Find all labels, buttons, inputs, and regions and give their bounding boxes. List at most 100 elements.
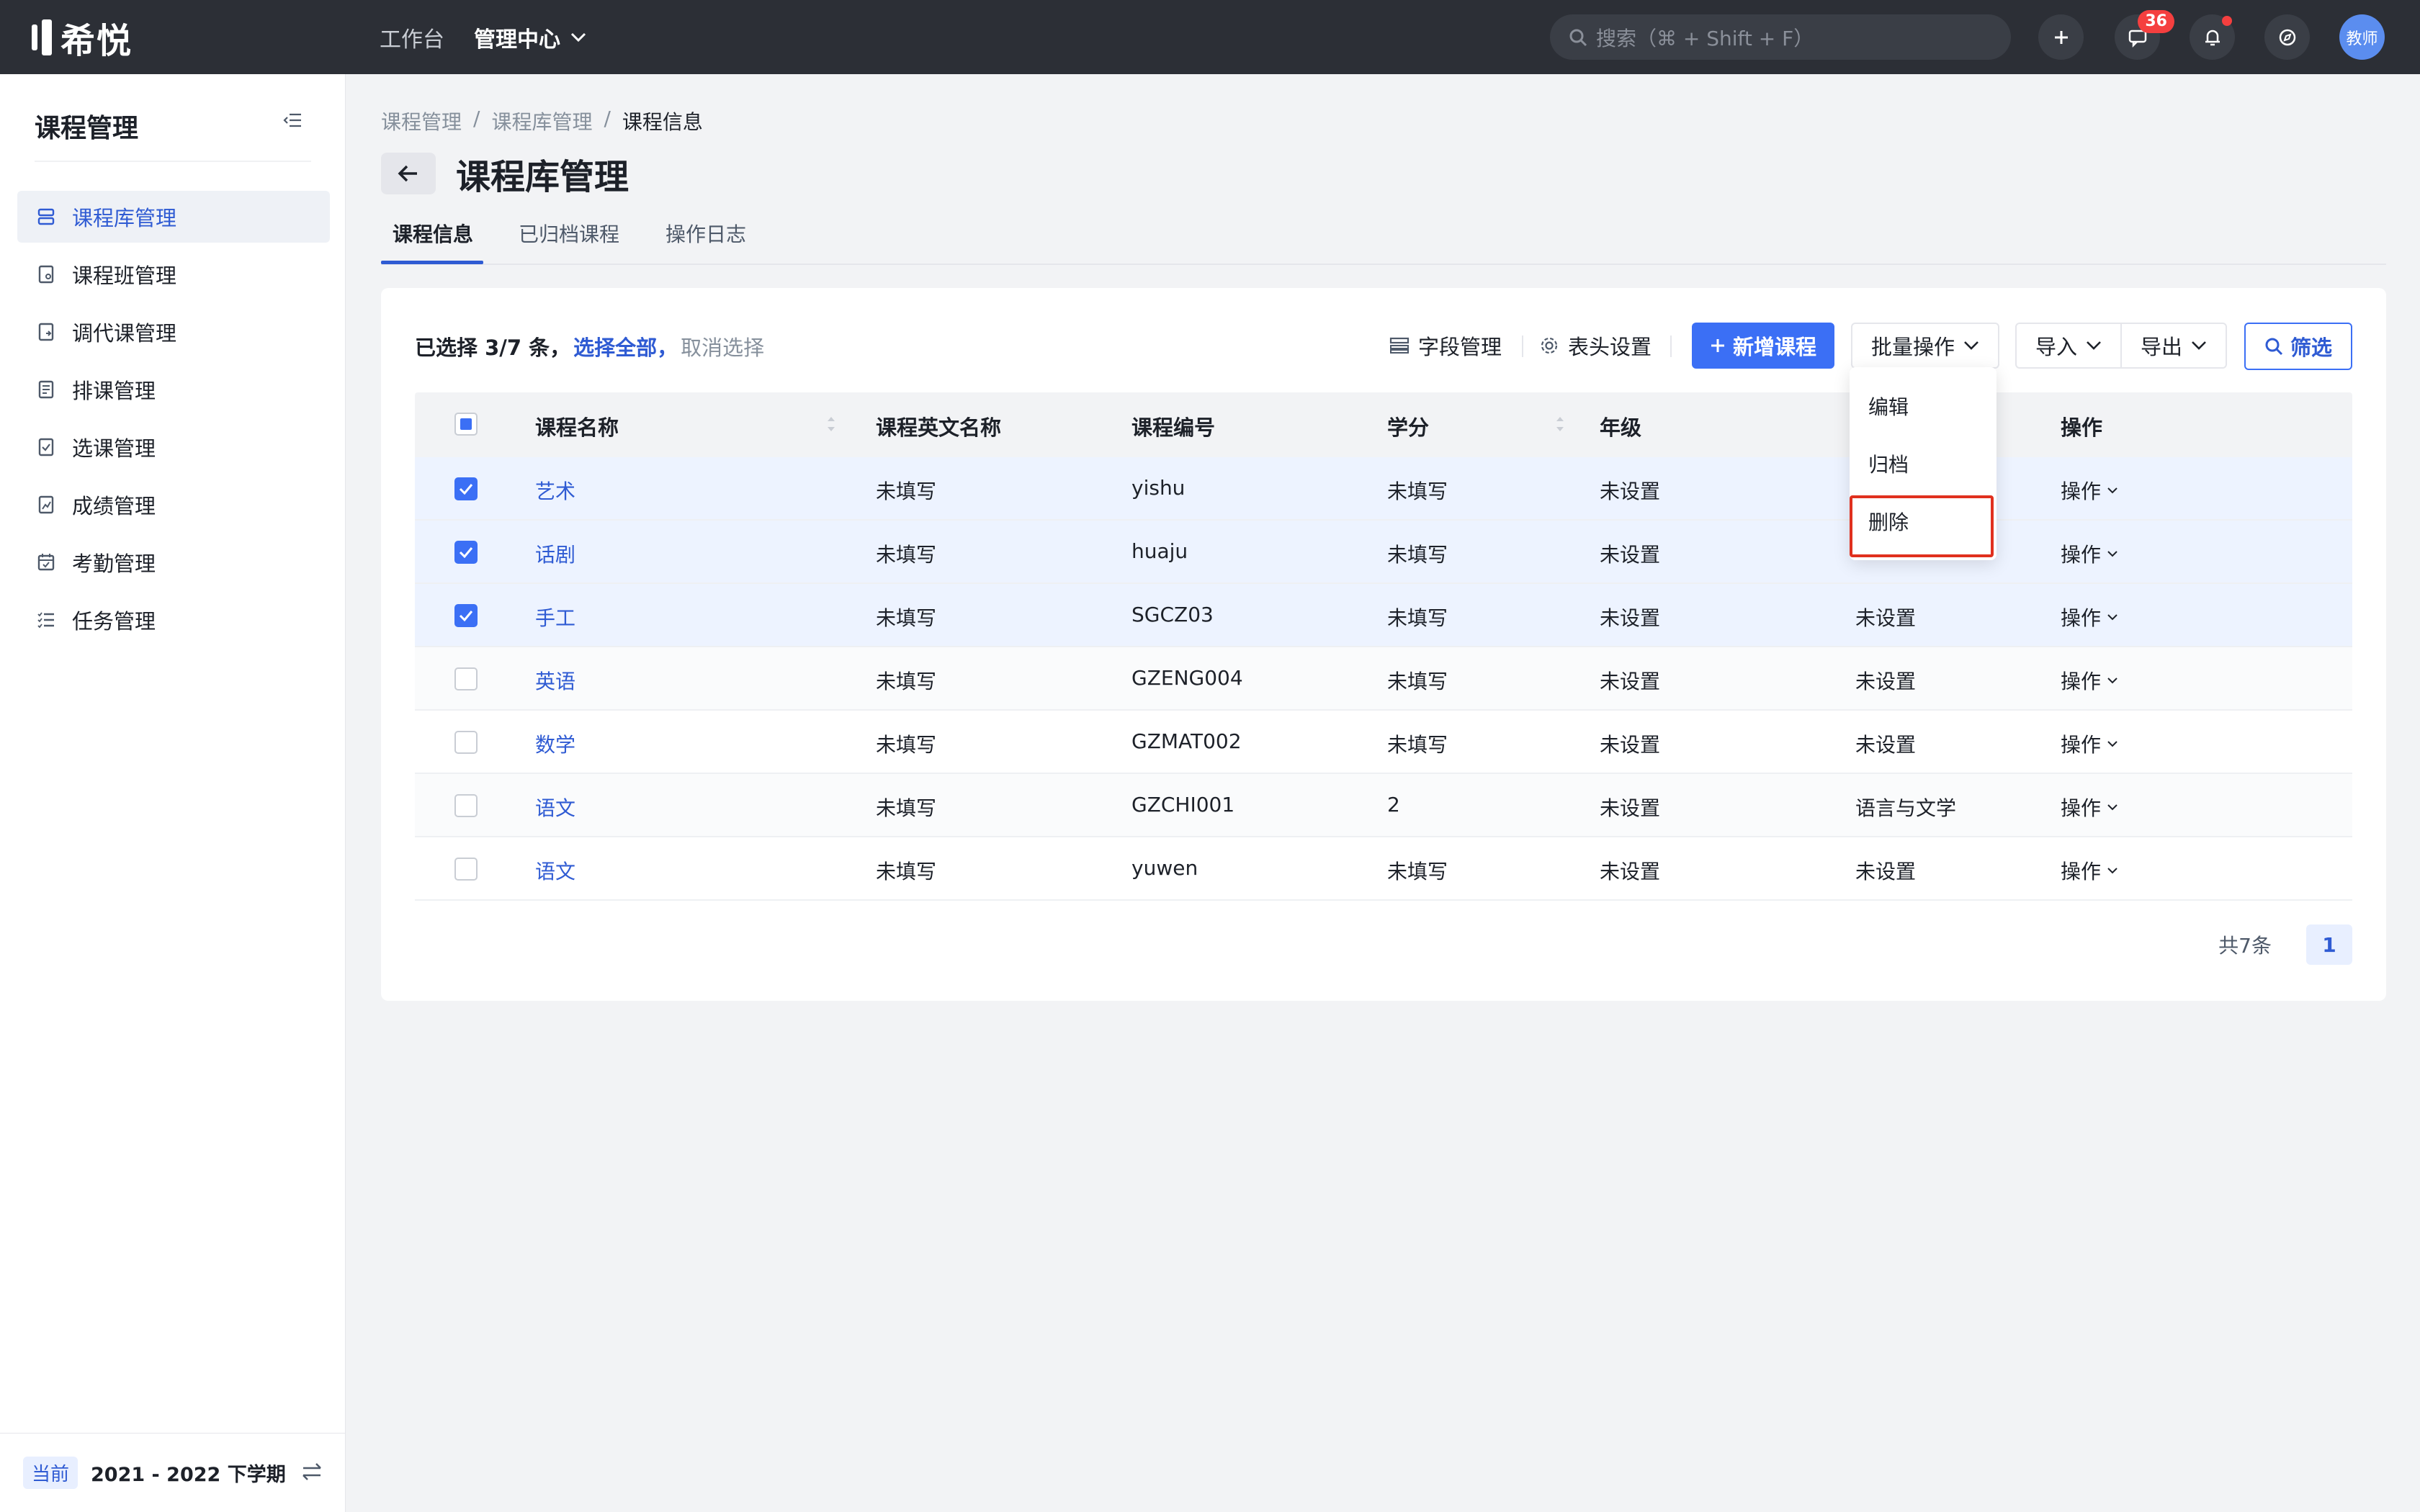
column-header-name[interactable]: 课程名称 [535,411,619,441]
sidebar-item-scheduling[interactable]: 排课管理 [17,364,330,415]
check-icon [459,484,473,495]
collapse-sidebar-button[interactable] [282,112,302,132]
column-header-credit[interactable]: 学分 [1387,411,1429,441]
row-checkbox[interactable] [454,477,478,500]
row-actions-label: 操作 [2061,796,2102,820]
sidebar-item-course-class[interactable]: 课程班管理 [17,248,330,300]
tab-course-info[interactable]: 课程信息 [393,219,473,248]
row-actions-dropdown[interactable]: 操作 [2061,476,2118,505]
course-name-link[interactable]: 语文 [535,793,575,822]
row-checkbox[interactable] [454,731,478,754]
export-dropdown[interactable]: 导出 [2120,323,2227,369]
sort-icon[interactable] [825,413,837,436]
row-actions-dropdown[interactable]: 操作 [2061,539,2118,568]
check-icon [459,611,473,621]
import-label: 导入 [2035,335,2077,359]
chevron-down-icon [2107,868,2118,874]
menu-item-archive[interactable]: 归档 [1850,435,1996,492]
select-all-link[interactable]: 选择全部， [573,331,678,361]
sort-icon[interactable] [1554,413,1566,436]
course-name-link[interactable]: 话剧 [535,539,575,568]
sidebar-item-label: 选课管理 [72,436,156,461]
row-actions-dropdown[interactable]: 操作 [2061,603,2118,631]
sidebar-item-grades[interactable]: 成绩管理 [17,479,330,531]
sidebar-item-course-selection[interactable]: 选课管理 [17,421,330,473]
arrow-left-icon [398,165,417,182]
course-credit: 未填写 [1387,543,1448,567]
row-actions-dropdown[interactable]: 操作 [2061,856,2118,885]
sidebar-item-attendance[interactable]: 考勤管理 [17,536,330,588]
table-row[interactable]: 语文 未填写 yuwen 未填写 未设置 未设置 操作 [415,837,2352,901]
row-checkbox[interactable] [454,794,478,817]
table-row[interactable]: 数学 未填写 GZMAT002 未填写 未设置 未设置 操作 [415,711,2352,774]
row-checkbox[interactable] [454,604,478,627]
field-manage-button[interactable]: 字段管理 [1389,323,1502,369]
table-row[interactable]: 手工 未填写 SGCZ03 未填写 未设置 未设置 操作 [415,584,2352,647]
chevron-down-icon [2107,678,2118,684]
current-term: 2021 - 2022 下学期 [91,1464,286,1486]
row-checkbox[interactable] [454,667,478,690]
filter-button[interactable]: 筛选 [2244,323,2352,370]
course-code: GZENG004 [1131,666,1243,690]
messages-button[interactable]: 36 [2115,10,2174,60]
back-button[interactable] [381,153,436,194]
table-row[interactable]: 英语 未填写 GZENG004 未填写 未设置 未设置 操作 [415,647,2352,711]
breadcrumb-item[interactable]: 课程库管理 [491,107,592,135]
chevron-down-icon [570,32,586,42]
gear-icon [1541,337,1558,354]
sidebar-item-substitute[interactable]: 调代课管理 [17,306,330,358]
page-button-current[interactable]: 1 [2306,924,2352,965]
course-name-link[interactable]: 语文 [535,856,575,885]
row-actions-label: 操作 [2061,860,2102,883]
course-subject: 未设置 [1855,670,1917,693]
column-header-actions: 操作 [2061,415,2103,440]
breadcrumb-separator: / [604,107,611,130]
header-settings-button[interactable]: 表头设置 [1539,323,1652,369]
batch-ops-dropdown[interactable]: 批量操作 [1851,323,1999,369]
nav-workbench[interactable]: 工作台 [380,22,444,53]
import-dropdown[interactable]: 导入 [2015,323,2122,369]
selection-count: 已选择 3/7 条， [415,336,571,360]
tab-archived-courses[interactable]: 已归档课程 [519,219,619,248]
plus-icon [1711,339,1724,352]
course-name-link[interactable]: 手工 [535,603,575,631]
notifications-button[interactable] [2190,14,2235,60]
filter-label: 筛选 [2290,336,2332,360]
logo[interactable]: 希悦 [32,17,133,61]
course-name-link[interactable]: 英语 [535,666,575,695]
sidebar-item-tasks[interactable]: 任务管理 [17,594,330,646]
search-icon [1569,29,1587,46]
menu-item-edit[interactable]: 编辑 [1850,377,1996,435]
logo-text: 希悦 [60,21,133,61]
table-row[interactable]: 话剧 未填写 huaju 未填写 未设置 操作 [415,521,2352,584]
course-name-link[interactable]: 艺术 [535,476,575,505]
logo-mark-icon [32,19,52,55]
nav-management-center[interactable]: 管理中心 [474,22,586,53]
breadcrumb-item[interactable]: 课程管理 [381,107,462,135]
row-actions-dropdown[interactable]: 操作 [2061,793,2118,822]
select-all-checkbox[interactable] [454,413,478,436]
course-list-card: 已选择 3/7 条， 选择全部， 取消选择 字段管理 表头设置 新增课程 批量操… [381,288,2386,1001]
row-actions-dropdown[interactable]: 操作 [2061,666,2118,695]
row-actions-dropdown[interactable]: 操作 [2061,729,2118,758]
row-checkbox[interactable] [454,858,478,881]
avatar[interactable]: 教师 [2339,14,2385,60]
help-center-button[interactable] [2264,14,2310,60]
row-checkbox[interactable] [454,541,478,564]
course-code: yishu [1131,476,1186,500]
course-name-link[interactable]: 数学 [535,729,575,758]
table-row[interactable]: 艺术 未填写 yishu 未填写 未设置 操作 [415,457,2352,521]
swap-term-icon[interactable] [301,1462,323,1486]
cancel-selection-link[interactable]: 取消选择 [681,331,764,361]
table-row[interactable]: 语文 未填写 GZCHI001 2 未设置 语言与文学 操作 [415,774,2352,837]
chevron-down-icon [2192,341,2206,350]
search-input[interactable]: 搜索（⌘ + Shift + F） [1550,14,2011,60]
tabs: 课程信息 已归档课程 操作日志 [381,216,2386,265]
add-course-button[interactable]: 新增课程 [1692,323,1834,369]
term-selector[interactable]: 当前 2021 - 2022 下学期 [0,1433,346,1512]
course-english-name: 未填写 [876,480,937,503]
sidebar-item-course-library[interactable]: 课程库管理 [17,191,330,243]
tab-operation-log[interactable]: 操作日志 [666,219,746,248]
course-grade: 未设置 [1600,543,1661,567]
add-button[interactable] [2038,14,2084,60]
